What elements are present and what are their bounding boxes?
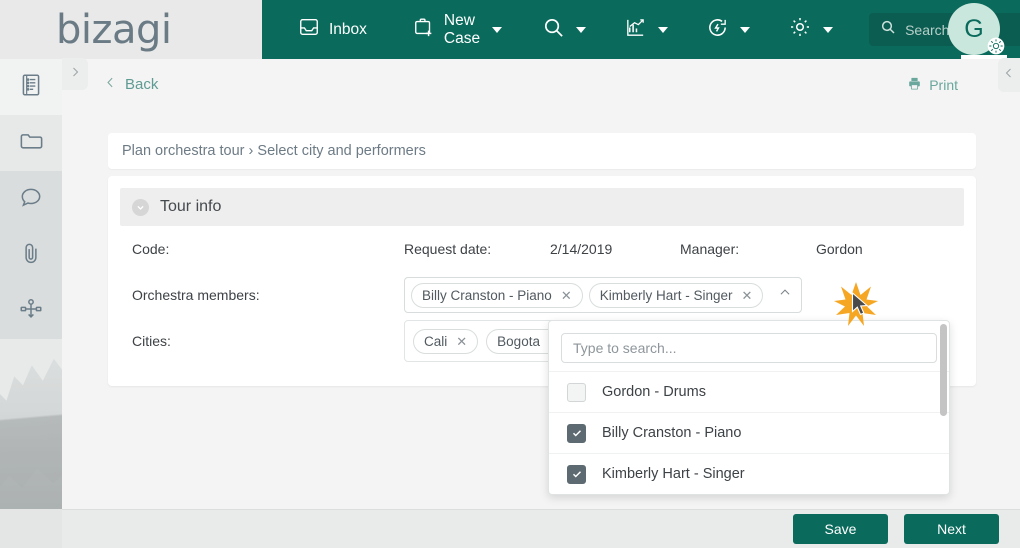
tag-label: Kimberly Hart - Singer — [599, 287, 733, 303]
header-navigation: Inbox New Case — [262, 0, 1020, 59]
manager-value: Gordon — [816, 241, 863, 257]
application-window: bizagi Inbox New Case Search G Back Prin… — [0, 0, 1020, 548]
search-icon — [880, 19, 896, 40]
bizagi-logo[interactable]: bizagi — [56, 7, 172, 53]
breadcrumb: Plan orchestra tour › Select city and pe… — [108, 133, 976, 169]
user-menu: G — [948, 3, 1005, 59]
close-icon[interactable]: ✕ — [456, 335, 467, 348]
dropdown-option-label: Kimberly Hart - Singer — [602, 466, 745, 482]
chevron-down-icon — [492, 26, 503, 33]
sidebar-item-comments[interactable] — [0, 171, 62, 227]
sidebar-item-attachments[interactable] — [0, 227, 62, 283]
nav-analytics-menu[interactable] — [624, 0, 669, 59]
chevron-down-icon — [740, 26, 751, 33]
dropdown-option-label: Billy Cranston - Piano — [602, 425, 742, 441]
dropdown-option-label: Gordon - Drums — [602, 384, 706, 400]
dropdown-option-gordon-drums[interactable]: Gordon - Drums — [549, 371, 949, 412]
checkbox-checked[interactable] — [567, 423, 586, 443]
checkbox-unchecked[interactable] — [567, 382, 586, 402]
nav-inbox[interactable]: Inbox — [296, 0, 369, 59]
logo-zone: bizagi — [0, 0, 262, 59]
chevron-down-icon — [823, 26, 834, 33]
sidebar-item-documents[interactable] — [0, 115, 62, 171]
nav-new-case-label: New Case — [443, 11, 481, 47]
print-button[interactable]: Print — [907, 76, 958, 94]
content-toolbar: Back Print — [62, 59, 1020, 110]
tag-label: Cali — [424, 333, 448, 349]
action-footer: Save Next — [62, 509, 1020, 548]
dropdown-search-input[interactable] — [561, 333, 937, 363]
process-diagram-icon — [18, 296, 44, 327]
chevron-down-icon — [576, 26, 587, 33]
nav-settings-menu[interactable] — [788, 0, 834, 59]
printer-icon — [907, 76, 922, 94]
chevron-up-icon[interactable] — [778, 286, 792, 305]
gear-icon — [788, 15, 812, 44]
orchestra-members-dropdown: Gordon - Drums Billy Cranston - Piano Ki… — [548, 320, 950, 495]
analytics-chart-icon — [624, 16, 647, 44]
nav-new-case[interactable]: New Case — [411, 0, 504, 59]
tag-item[interactable]: Cali ✕ — [413, 328, 479, 354]
activity-refresh-icon — [706, 16, 729, 44]
comment-icon — [18, 184, 44, 215]
app-header: bizagi Inbox New Case Search G — [0, 0, 1020, 59]
scrollbar-thumb[interactable] — [940, 324, 947, 416]
back-button[interactable]: Back — [104, 76, 158, 93]
chevron-right-icon — [69, 65, 81, 83]
checkbox-checked[interactable] — [567, 464, 586, 484]
cities-label: Cities: — [132, 333, 171, 349]
form-row-orchestra-members: Orchestra members: Billy Cranston - Pian… — [120, 272, 964, 318]
section-title: Tour info — [160, 198, 222, 215]
right-panel-expand-handle[interactable] — [998, 58, 1020, 92]
chevron-left-icon — [1003, 66, 1015, 84]
briefcase-plus-icon — [413, 16, 435, 43]
dropdown-option-kimberly-hart-singer[interactable]: Kimberly Hart - Singer — [549, 453, 949, 494]
inbox-icon — [298, 16, 320, 43]
chevron-left-icon — [104, 76, 117, 93]
tag-item[interactable]: Kimberly Hart - Singer ✕ — [588, 282, 764, 308]
tag-label: Billy Cranston - Piano — [422, 287, 552, 303]
breadcrumb-text[interactable]: Plan orchestra tour › Select city and pe… — [122, 143, 426, 159]
dropdown-search-wrap — [549, 321, 949, 371]
manager-label: Manager: — [680, 241, 740, 257]
code-label: Code: — [132, 241, 170, 257]
back-button-label: Back — [125, 76, 159, 93]
close-icon[interactable]: ✕ — [742, 289, 753, 302]
close-icon[interactable]: ✕ — [561, 289, 572, 302]
folder-icon — [18, 127, 45, 159]
nav-inbox-label: Inbox — [329, 20, 367, 38]
chevron-down-icon[interactable] — [132, 198, 149, 216]
dropdown-scrollbar[interactable] — [940, 324, 947, 492]
save-button[interactable]: Save — [793, 514, 888, 544]
form-list-icon — [18, 72, 44, 103]
dropdown-option-billy-cranston-piano[interactable]: Billy Cranston - Piano — [549, 412, 949, 453]
nav-activity-menu[interactable] — [706, 0, 751, 59]
left-sidebar — [0, 59, 62, 548]
orchestra-members-multiselect[interactable]: Billy Cranston - Piano ✕ Kimberly Hart -… — [404, 277, 802, 313]
tag-item[interactable]: Billy Cranston - Piano ✕ — [411, 282, 583, 308]
chevron-down-icon — [658, 26, 669, 33]
sidebar-item-process[interactable] — [0, 283, 62, 339]
sidebar-item-forms[interactable] — [0, 59, 62, 115]
tag-label: Bogota — [497, 333, 540, 349]
tour-info-section-header[interactable]: Tour info — [120, 188, 964, 226]
request-date-label: Request date: — [404, 241, 492, 257]
form-row-code: Code: Request date: 2/14/2019 Manager: G… — [120, 226, 964, 272]
paperclip-icon — [18, 240, 44, 271]
search-icon — [542, 16, 565, 44]
next-button[interactable]: Next — [904, 514, 999, 544]
nav-search-menu[interactable] — [542, 0, 587, 59]
sidebar-expand-handle[interactable] — [62, 58, 88, 90]
request-date-value: 2/14/2019 — [550, 241, 613, 257]
print-button-label: Print — [929, 76, 958, 93]
footer-left-strip — [0, 509, 62, 548]
orchestra-members-label: Orchestra members: — [132, 287, 260, 303]
